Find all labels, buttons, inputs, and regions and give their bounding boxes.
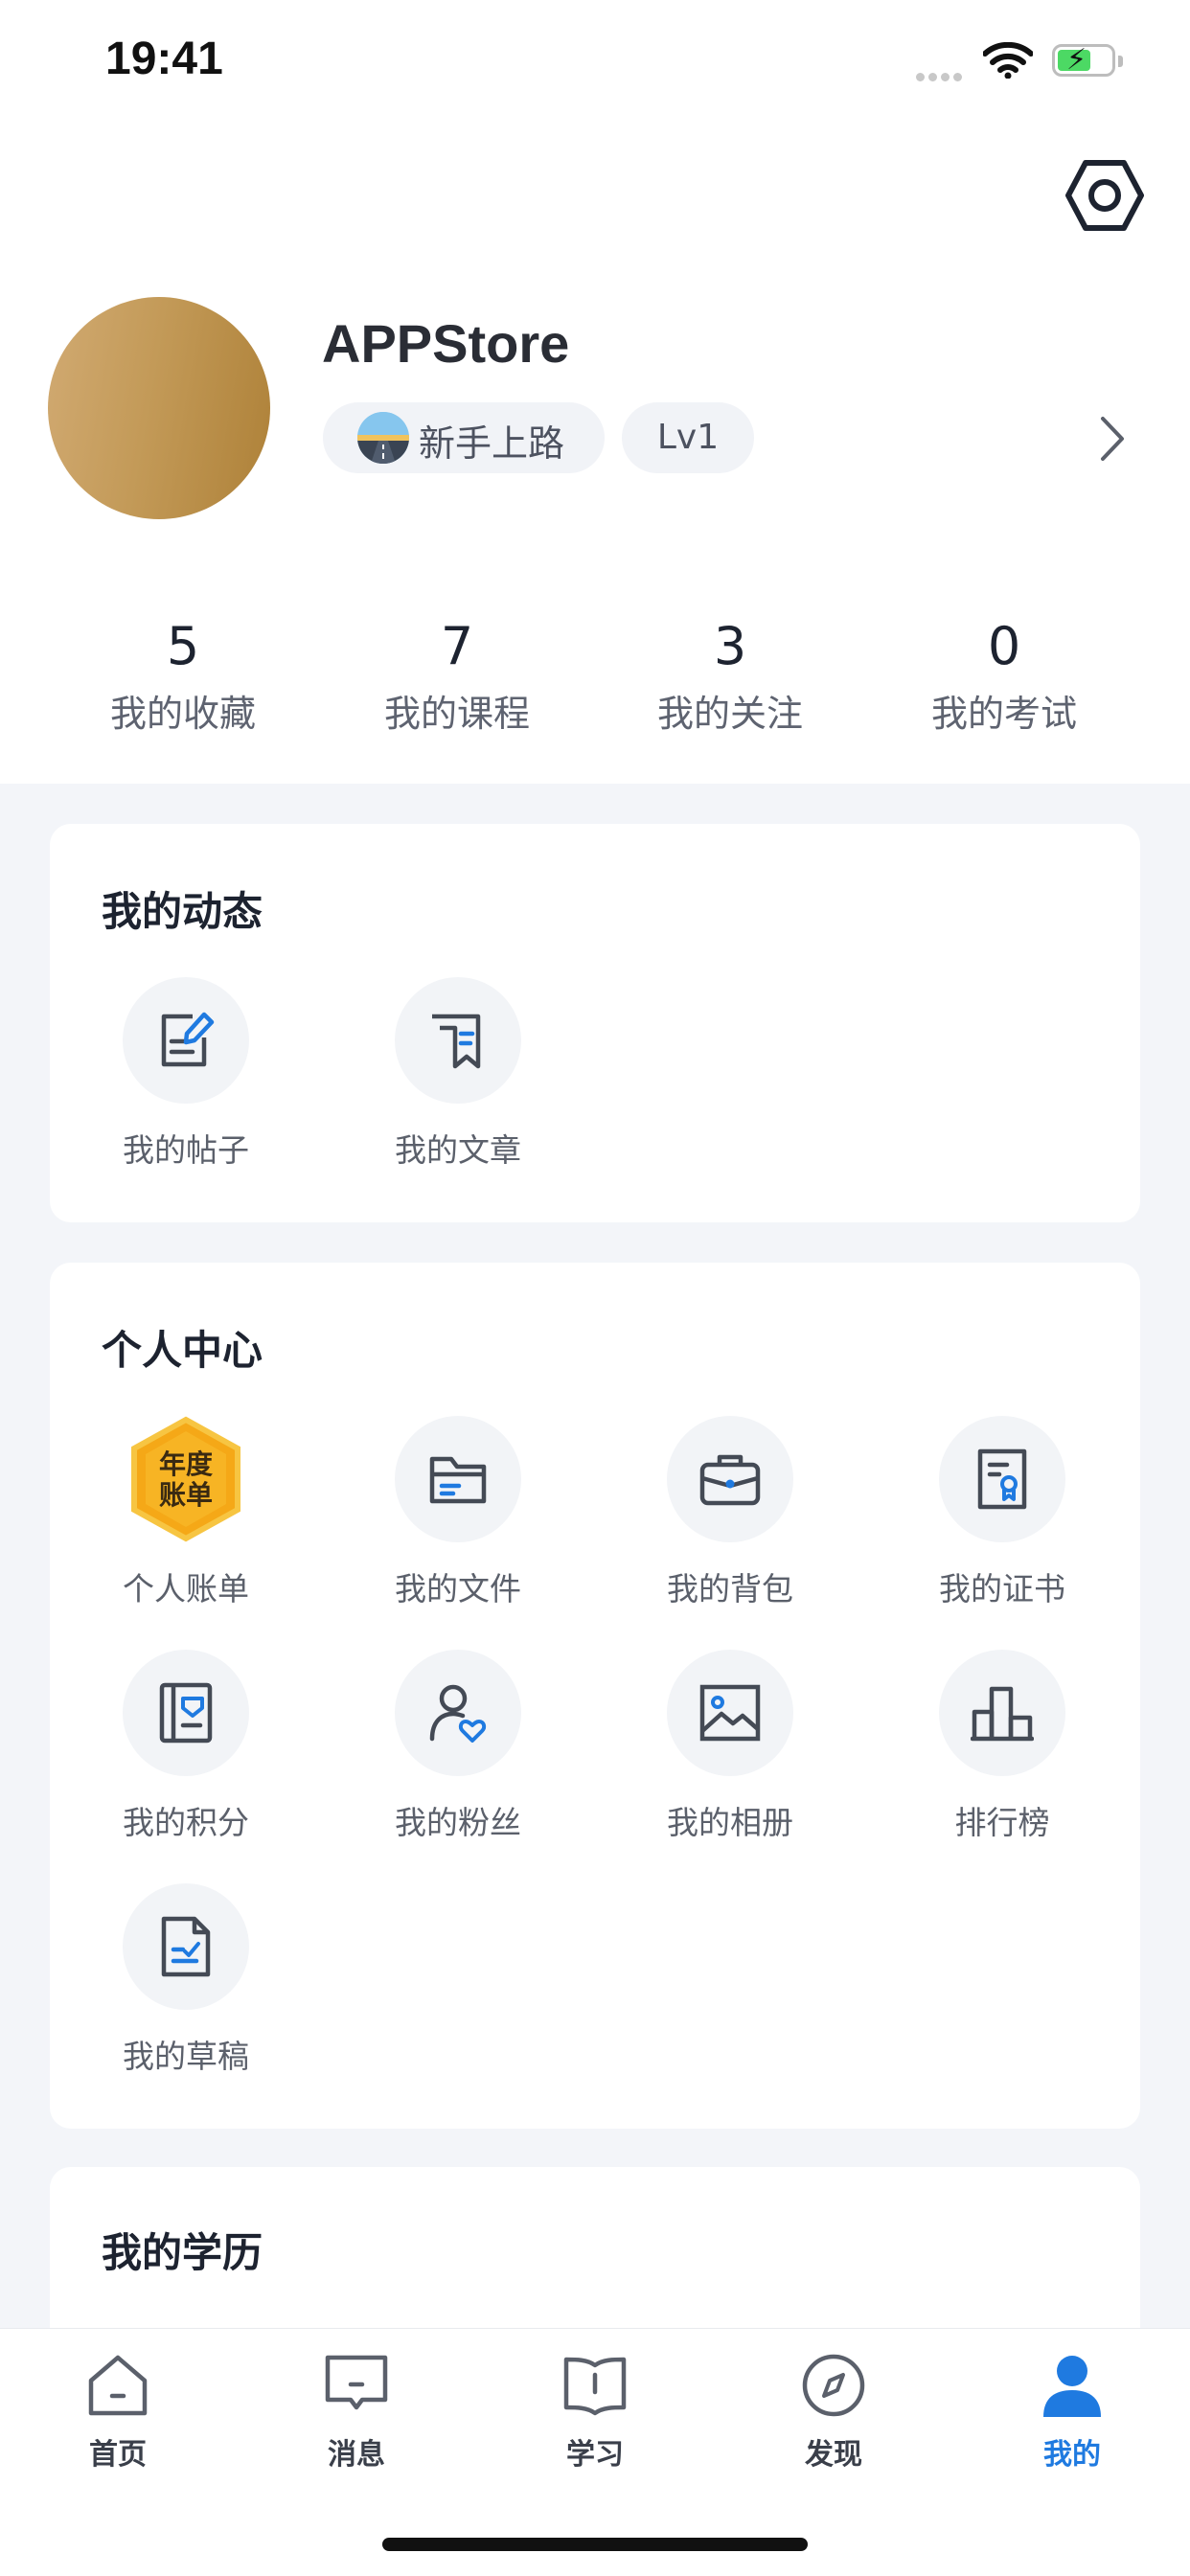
username: APPStore [322,313,570,374]
tab-label: 我的 [1043,2438,1101,2472]
stat-label: 我的关注 [656,693,803,735]
stat-following[interactable]: 3 我的关注 [620,613,840,737]
home-indicator [382,2538,808,2551]
fans-icon [395,1650,521,1776]
item-label: 我的证书 [939,1570,1065,1607]
certificate-icon [939,1416,1065,1542]
cellular-signal-icon [916,67,966,85]
item-label: 我的积分 [123,1804,249,1841]
stat-exams[interactable]: 0 我的考试 [894,613,1114,737]
wifi-icon [982,41,1034,82]
item-my-articles[interactable]: 我的文章 [362,977,554,1171]
album-icon [667,1650,793,1776]
item-label: 我的文件 [395,1570,521,1607]
badge-title: 新手上路 [419,422,565,465]
level-badge[interactable]: Lv1 [622,402,754,473]
tab-label: 发现 [805,2438,862,2472]
item-ranking[interactable]: 排行榜 [906,1650,1098,1843]
svg-text:年度: 年度 [159,1448,213,1480]
edit-post-icon [123,977,249,1104]
settings-gear-icon[interactable] [1065,159,1144,232]
tab-me[interactable]: 我的 [995,2352,1149,2473]
stat-label: 我的课程 [383,693,530,735]
item-my-posts[interactable]: 我的帖子 [90,977,282,1171]
tab-discover[interactable]: 发现 [757,2352,910,2473]
item-label: 个人账单 [123,1570,249,1607]
tab-bar: 首页 消息 学习 发现 我的 [0,2328,1190,2576]
book-icon [563,2357,627,2416]
item-label: 我的粉丝 [395,1804,521,1841]
item-my-fans[interactable]: 我的粉丝 [362,1650,554,1843]
draft-icon [123,1883,249,2010]
battery-icon: ⚡ [1052,43,1123,77]
card-title: 我的动态 [102,888,263,935]
stat-label: 我的考试 [930,693,1077,735]
tab-home[interactable]: 首页 [41,2352,195,2473]
avatar[interactable] [48,297,270,519]
item-label: 我的相册 [667,1804,793,1841]
backpack-icon [667,1416,793,1542]
road-badge-icon [357,412,409,464]
card-personal-center: 个人中心 年度 账单 个人账单 我的文件 我的背包 我的证书 我的积分 我的粉丝… [50,1263,1140,2129]
chevron-right-icon[interactable] [1098,414,1127,467]
stat-value: 5 [166,616,200,676]
stat-favorites[interactable]: 5 我的收藏 [73,613,293,737]
stat-value: 7 [440,616,474,676]
item-my-album[interactable]: 我的相册 [634,1650,826,1843]
home-icon [88,2355,148,2416]
card-title: 个人中心 [102,1327,263,1374]
item-label: 我的帖子 [123,1131,249,1169]
tab-study[interactable]: 学习 [518,2352,672,2473]
card-my-dynamics: 我的动态 我的帖子 我的文章 [50,824,1140,1222]
tab-label: 首页 [89,2438,147,2472]
tab-label: 学习 [566,2438,624,2472]
message-icon [325,2355,388,2410]
item-my-files[interactable]: 我的文件 [362,1416,554,1609]
stat-value: 0 [987,616,1021,676]
points-icon [123,1650,249,1776]
card-title: 我的学历 [102,2229,263,2276]
badge-newbie[interactable]: 新手上路 [323,402,605,473]
folder-icon [395,1416,521,1542]
article-icon [395,977,521,1104]
item-annual-bill[interactable]: 年度 账单 个人账单 [90,1416,282,1609]
item-my-certificate[interactable]: 我的证书 [906,1416,1098,1609]
item-my-points[interactable]: 我的积分 [90,1650,282,1843]
item-label: 我的文章 [395,1131,521,1169]
compass-icon [802,2354,865,2417]
item-label: 我的背包 [667,1570,793,1607]
svg-text:账单: 账单 [159,1479,213,1511]
stat-label: 我的收藏 [109,693,256,735]
item-label: 我的草稿 [123,2038,249,2075]
tab-label: 消息 [328,2438,385,2472]
item-my-drafts[interactable]: 我的草稿 [90,1883,282,2077]
tab-messages[interactable]: 消息 [280,2352,433,2473]
ranking-icon [939,1650,1065,1776]
user-icon [1043,2356,1101,2417]
stat-value: 3 [713,616,747,676]
stat-courses[interactable]: 7 我的课程 [347,613,567,737]
item-label: 排行榜 [954,1804,1050,1841]
status-time: 19:41 [105,34,223,84]
item-my-backpack[interactable]: 我的背包 [634,1416,826,1609]
annual-bill-icon: 年度 账单 [125,1416,247,1542]
